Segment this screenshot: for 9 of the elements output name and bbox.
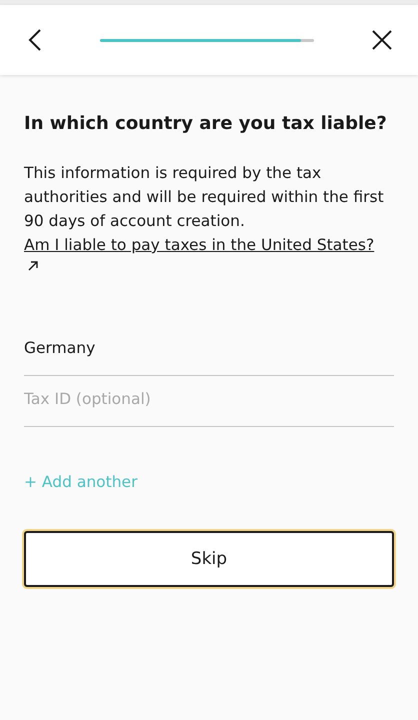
close-icon xyxy=(372,30,392,50)
description-text: This information is required by the tax authorities and will be required within the first 90 days of account creation. xyxy=(24,163,385,232)
external-link-icon xyxy=(28,261,38,271)
back-icon xyxy=(28,28,42,52)
skip-button[interactable]: Skip xyxy=(24,531,394,587)
country-field[interactable]: Germany xyxy=(24,325,394,376)
tax-id-field[interactable]: Tax ID (optional) xyxy=(24,376,394,427)
question-title: In which country are you tax liable? xyxy=(24,112,388,136)
tax-info-link[interactable]: Am I liable to pay taxes in the United States? xyxy=(24,233,374,271)
